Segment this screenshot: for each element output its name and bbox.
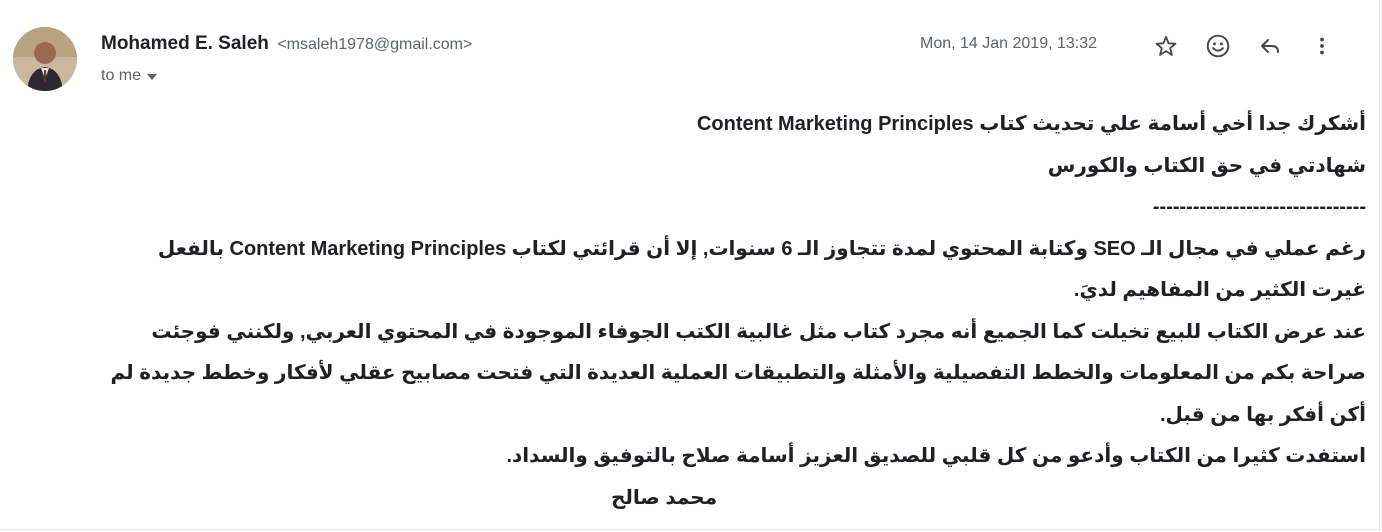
sender-info: Mohamed E. Saleh <msaleh1978@gmail.com> (101, 33, 472, 55)
caret-down-icon (147, 67, 158, 85)
email-body: أشكرك جدا أخي أسامة علي تحديث كتاب Conte… (106, 104, 1366, 519)
divider (1379, 0, 1380, 532)
more-vert-icon (1310, 34, 1334, 63)
sender-email: <msaleh1978@gmail.com> (277, 36, 473, 53)
reply-button[interactable] (1252, 30, 1288, 66)
signature: محمد صالح (611, 486, 718, 509)
recipients-label: to me (101, 67, 142, 84)
add-reaction-button[interactable] (1200, 30, 1236, 66)
email-date: Mon, 14 Jan 2019, 13:32 (920, 35, 1098, 52)
star-button[interactable] (1148, 30, 1184, 66)
body-line-testimony: شهادتي في حق الكتاب والكورس (1047, 154, 1366, 177)
body-paragraph-3: استفدت كثيرا من الكتاب وأدعو من كل قلبي … (506, 445, 1366, 467)
body-line-thanks: أشكرك جدا أخي أسامة علي تحديث كتاب Conte… (696, 113, 1366, 135)
email-actions (1148, 30, 1340, 66)
more-options-button[interactable] (1304, 30, 1340, 66)
star-icon (1154, 34, 1178, 63)
body-separator: -------------------------------- (1152, 196, 1366, 218)
reply-icon (1258, 34, 1282, 63)
sender-avatar[interactable] (13, 27, 77, 91)
sender-name[interactable]: Mohamed E. Saleh (101, 33, 269, 54)
recipients-toggle[interactable]: to me (101, 67, 158, 85)
avatar-photo (13, 27, 77, 91)
body-paragraph-2: عند عرض الكتاب للبيع تخيلت كما الجميع أن… (110, 320, 1366, 426)
emoji-icon (1205, 33, 1231, 64)
divider (0, 529, 1382, 530)
body-paragraph-1: رغم عملي في مجال الـ SEO وكتابة المحتوي … (157, 237, 1366, 302)
